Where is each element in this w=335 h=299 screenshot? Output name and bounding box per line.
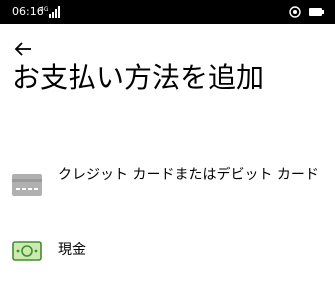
cash-icon [12, 241, 42, 261]
page-title: お支払い方法を追加 [12, 61, 265, 94]
payment-option-cash[interactable]: 現金 [0, 232, 335, 270]
payment-option-card-label: クレジット カードまたはデビット カード [58, 167, 319, 183]
battery-icon [309, 8, 324, 16]
payment-option-cash-label: 現金 [58, 242, 86, 258]
status-bar: 06:16 4G [0, 0, 335, 24]
back-arrow-icon[interactable] [13, 40, 35, 58]
signal-icon: 4G [40, 6, 60, 18]
payment-option-card[interactable]: クレジット カードまたはデビット カード [0, 160, 335, 210]
credit-card-icon [12, 174, 42, 196]
network-label: 4G [40, 6, 49, 13]
status-right-icons [289, 6, 324, 18]
screen: 06:16 4G お支払い方法を追加 クレジット カードまたはデビット カード … [0, 0, 335, 299]
status-time: 06:16 [12, 5, 44, 18]
alarm-icon [289, 6, 301, 18]
